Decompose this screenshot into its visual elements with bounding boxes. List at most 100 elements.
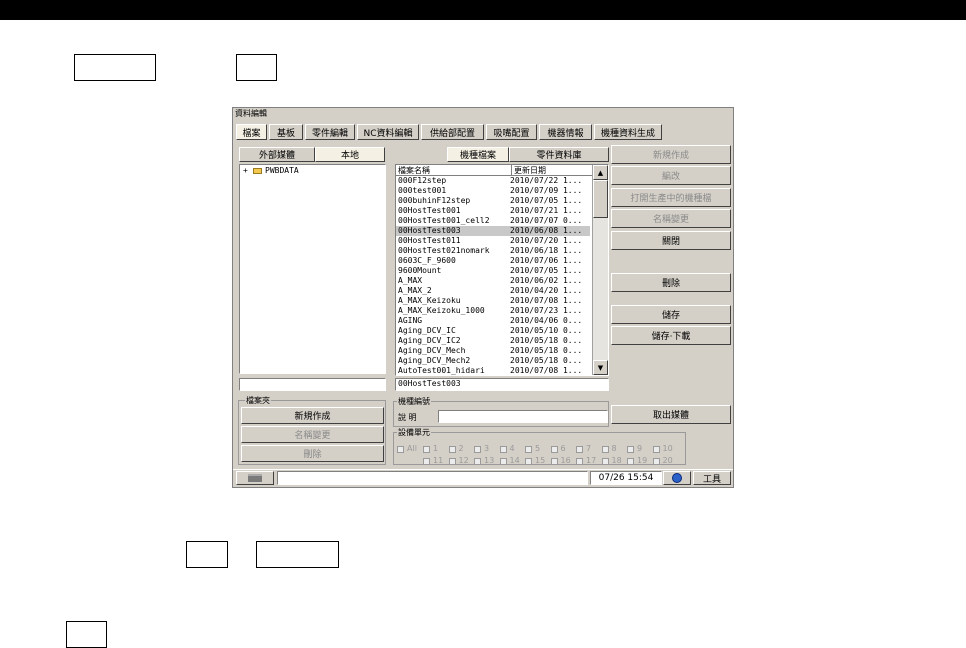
column-header-name[interactable]: 檔案名稱 [398, 165, 430, 176]
file-name: AutoTest001_hidari [398, 366, 485, 375]
file-row[interactable]: Aging_DCV_IC 2010/05/10 0... [396, 326, 590, 336]
unit-checkbox[interactable] [601, 446, 609, 453]
file-row[interactable]: 00HostTest003 2010/06/08 1... [396, 226, 590, 236]
save-button[interactable]: 儲存 [611, 305, 731, 324]
unit-checkbox[interactable] [601, 458, 609, 465]
file-row[interactable]: Aging_DCV_Mech2 2010/05/18 0... [396, 356, 590, 366]
folder-icon [253, 168, 262, 174]
file-row[interactable]: 00HostTest001 2010/07/21 1... [396, 206, 590, 216]
menu-tab-parts-edit[interactable]: 零件編輯 [305, 124, 355, 140]
tab-external-media[interactable]: 外部媒體 [239, 147, 315, 162]
tree-expand-toggle[interactable]: + [243, 166, 248, 175]
unit-checkbox[interactable] [627, 458, 634, 465]
file-list[interactable]: 檔案名稱 更新日期 000F12step 2010/07/22 1... 000te… [395, 164, 609, 376]
menu-tab-board[interactable]: 基板 [269, 124, 303, 140]
menu-tab-nozzle[interactable]: 吸嘴配置 [486, 124, 537, 140]
unit-checkbox[interactable] [525, 446, 532, 453]
rename-button[interactable]: 名稱變更 [611, 209, 731, 228]
globe-icon[interactable] [663, 471, 691, 485]
file-list-header: 檔案名稱 更新日期 [396, 165, 592, 176]
scroll-up-button[interactable]: ▲ [593, 165, 608, 180]
tab-local[interactable]: 本地 [315, 147, 385, 162]
scroll-thumb[interactable] [593, 180, 608, 218]
unit-label: 18 [611, 456, 622, 465]
unit-checkbox[interactable] [474, 458, 481, 465]
save-download-button[interactable]: 儲存·下載 [611, 326, 731, 345]
tab-model-files[interactable]: 機種檔案 [447, 147, 509, 162]
blank-box-4 [256, 541, 339, 568]
file-name: 00HostTest001_cell2 [398, 216, 490, 225]
unit-checkbox[interactable] [448, 458, 456, 465]
file-date: 2010/07/08 1... [510, 296, 583, 305]
menu-tab-model-gen[interactable]: 機種資料生成 [594, 124, 662, 140]
unit-checkbox[interactable] [576, 446, 583, 453]
file-row[interactable]: AutoTest001_hidari 2010/07/08 1... [396, 366, 590, 375]
unit-label: 14 [509, 456, 520, 465]
new-file-button[interactable]: 新規作成 [611, 145, 731, 164]
unit-checkbox[interactable] [525, 458, 532, 465]
file-row[interactable]: Aging_DCV_IC2 2010/05/18 0... [396, 336, 590, 346]
scroll-down-button[interactable]: ▼ [593, 360, 608, 375]
unit-checkbox[interactable] [448, 446, 456, 453]
folder-path-field[interactable] [239, 378, 386, 391]
file-name: 000buhinF12step [398, 196, 471, 205]
file-row[interactable]: 000test001 2010/07/09 1... [396, 186, 590, 196]
file-name: Aging_DCV_IC [398, 326, 456, 335]
file-row[interactable]: AGING 2010/04/06 0... [396, 316, 590, 326]
unit-checkbox[interactable] [499, 446, 507, 453]
file-row[interactable]: A_MAX_2 2010/04/20 1... [396, 286, 590, 296]
tools-button[interactable]: 工具 [693, 471, 731, 485]
unit-checkbox[interactable] [423, 446, 430, 453]
scrollbar[interactable]: ▲ ▼ [592, 165, 608, 375]
unit-label: 12 [458, 456, 469, 465]
tab-parts-database[interactable]: 零件資料庫 [509, 147, 609, 162]
edit-button[interactable]: 編改 [611, 166, 731, 185]
file-row[interactable]: A_MAX 2010/06/02 1... [396, 276, 590, 286]
file-row[interactable]: 0603C_F_9600 2010/07/06 1... [396, 256, 590, 266]
description-field[interactable] [438, 410, 608, 423]
unit-checkbox[interactable] [474, 446, 481, 453]
menu-tab-nc-edit[interactable]: NC資料編輯 [357, 124, 419, 140]
file-row[interactable]: 00HostTest011 2010/07/20 1... [396, 236, 590, 246]
file-row[interactable]: A_MAX_Keizoku 2010/07/08 1... [396, 296, 590, 306]
folder-delete-button[interactable]: 刪除 [241, 445, 384, 462]
file-name: 0603C_F_9600 [398, 256, 456, 265]
folder-new-button[interactable]: 新規作成 [241, 407, 384, 424]
column-header-date[interactable]: 更新日期 [511, 165, 546, 176]
unit-checkbox[interactable] [652, 446, 660, 453]
file-row[interactable]: A_MAX_Keizoku_1000 2010/07/23 1... [396, 306, 590, 316]
file-date: 2010/06/02 1... [510, 276, 583, 285]
unit-checkbox[interactable] [627, 446, 634, 453]
file-row[interactable]: 000F12step 2010/07/22 1... [396, 176, 590, 186]
file-row[interactable]: Aging_DCV_Mech 2010/05/18 0... [396, 346, 590, 356]
eject-media-button[interactable]: 取出媒體 [611, 405, 731, 424]
selected-file-field[interactable]: 00HostTest003 [395, 378, 609, 391]
menu-tab-machine-info[interactable]: 機器情報 [539, 124, 592, 140]
file-date: 2010/07/23 1... [510, 306, 583, 315]
tree-root-label[interactable]: PWBDATA [265, 166, 299, 175]
printer-shape [248, 474, 262, 482]
unit-checkbox[interactable] [652, 458, 660, 465]
close-button[interactable]: 關閉 [611, 231, 731, 250]
folder-rename-button[interactable]: 名稱變更 [241, 426, 384, 443]
file-date: 2010/07/22 1... [510, 176, 583, 185]
folder-tree[interactable]: + PWBDATA [239, 164, 386, 374]
open-running-model-button[interactable]: 打開生產中的機種檔 [611, 188, 731, 207]
unit-checkbox[interactable] [550, 458, 558, 465]
unit-checkbox[interactable] [576, 458, 583, 465]
unit-checkbox[interactable] [499, 458, 507, 465]
blank-box-1 [74, 54, 156, 81]
globe-shape [672, 473, 682, 483]
file-row[interactable]: 00HostTest021nomark 2010/06/18 1... [396, 246, 590, 256]
delete-button[interactable]: 刪除 [611, 273, 731, 292]
file-name: A_MAX_2 [398, 286, 432, 295]
unit-checkbox[interactable] [423, 458, 430, 465]
file-row[interactable]: 000buhinF12step 2010/07/05 1... [396, 196, 590, 206]
menu-tab-file[interactable]: 檔案 [236, 124, 267, 140]
printer-icon[interactable] [236, 471, 274, 485]
menu-tab-feeder[interactable]: 供給部配置 [421, 124, 484, 140]
unit-checkbox[interactable] [397, 446, 404, 453]
unit-checkbox[interactable] [550, 446, 558, 453]
file-row[interactable]: 9600Mount 2010/07/05 1... [396, 266, 590, 276]
file-row[interactable]: 00HostTest001_cell2 2010/07/07 0... [396, 216, 590, 226]
